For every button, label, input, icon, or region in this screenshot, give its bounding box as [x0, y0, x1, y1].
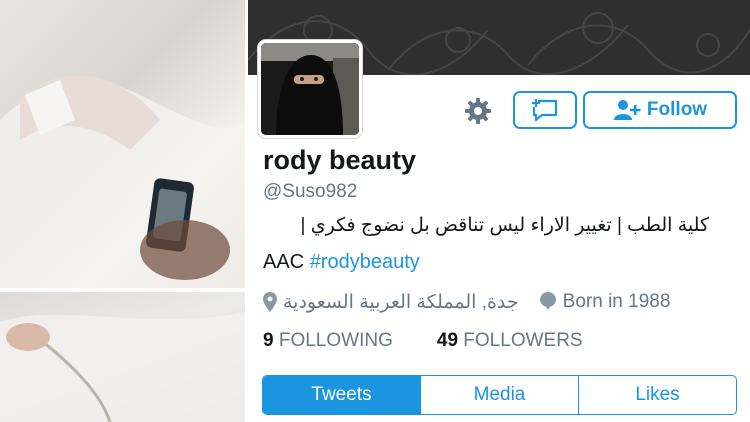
profile-meta-row: جدة, المملكة العربية السعودية Born in 19… — [263, 289, 670, 315]
username-handle[interactable]: @Suso982 — [263, 181, 357, 203]
following-label: FOLLOWING — [278, 330, 393, 351]
photo-top — [0, 0, 245, 288]
tab-media[interactable]: Media — [420, 376, 578, 414]
avatar[interactable] — [258, 40, 362, 138]
photo-top-image — [0, 75, 245, 288]
follow-button-label: Follow — [646, 99, 708, 120]
photo-bottom-image — [0, 312, 245, 422]
photo-bottom — [0, 292, 245, 422]
tab-tweets[interactable]: Tweets — [263, 376, 420, 414]
message-add-icon — [532, 99, 558, 122]
followers-label: FOLLOWERS — [463, 330, 583, 351]
location-pin-icon — [263, 292, 277, 312]
display-name: rody beauty — [263, 145, 417, 175]
followers-stat[interactable]: 49 FOLLOWERS — [437, 330, 583, 352]
following-stat[interactable]: 9 FOLLOWING — [263, 330, 393, 352]
follow-person-icon — [613, 100, 641, 120]
bio-line-1: كلية الطب | تغيير الاراء ليس تناقض بل نض… — [300, 215, 710, 236]
avatar-image — [261, 43, 359, 135]
follow-stats: 9 FOLLOWING 49 FOLLOWERS — [263, 330, 583, 352]
settings-gear-icon[interactable] — [462, 95, 494, 127]
collage-divider-horizontal — [0, 288, 245, 292]
followers-count: 49 — [436, 330, 459, 351]
bio-hashtag-link[interactable]: #rodybeauty — [310, 251, 420, 273]
tab-likes[interactable]: Likes — [578, 376, 736, 414]
following-count: 9 — [263, 330, 274, 351]
bio-line-2: AAC #rodybeauty — [263, 251, 420, 274]
location-text: جدة, المملكة العربية السعودية — [283, 291, 519, 313]
direct-message-button[interactable] — [513, 91, 577, 129]
follow-button[interactable]: Follow — [583, 91, 737, 129]
bio-line-2-text: AAC — [263, 251, 310, 273]
profile-tabs: Tweets Media Likes — [262, 375, 737, 415]
birthday-balloon-icon — [539, 292, 556, 310]
born-text: Born in 1988 — [562, 291, 671, 312]
